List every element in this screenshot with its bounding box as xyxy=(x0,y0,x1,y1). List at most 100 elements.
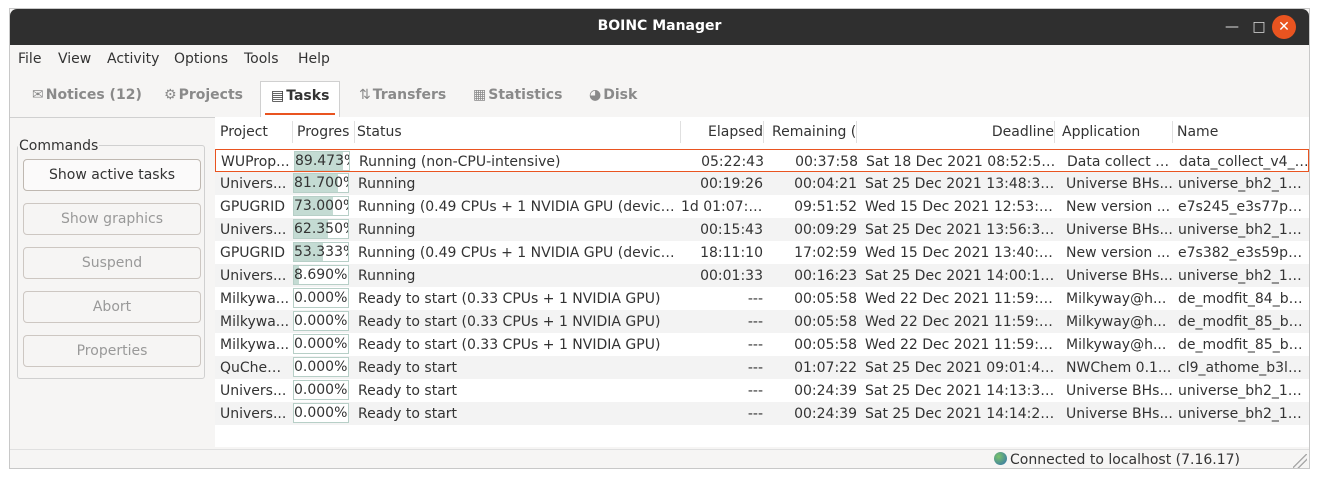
cell-elapsed: 00:19:26 xyxy=(700,176,763,192)
progress-text: 0.000% xyxy=(294,290,348,306)
column-header-status[interactable]: Status xyxy=(355,121,681,143)
cell-remaining: 17:02:59 xyxy=(794,245,857,261)
cell-deadline: Sat 25 Dec 2021 14:13:37 W... xyxy=(865,383,1057,399)
column-header-progress[interactable]: Progres xyxy=(293,121,355,143)
tab-disk[interactable]: ◕ Disk xyxy=(589,87,637,103)
column-header-deadline[interactable]: Deadline xyxy=(858,121,1055,143)
abort-button[interactable]: Abort xyxy=(23,291,201,323)
cell-remaining: 00:05:58 xyxy=(794,291,857,307)
cell-deadline: Wed 22 Dec 2021 11:59:24 ... xyxy=(865,291,1057,307)
progress-text: 89.473% xyxy=(295,153,349,169)
tab-transfers[interactable]: ⇅ Transfers xyxy=(359,87,446,103)
envelope-icon: ✉ xyxy=(32,87,44,103)
status-bar: Connected to localhost (7.16.17) xyxy=(10,449,1309,470)
cell-status: Running (0.49 CPUs + 1 NVIDIA GPU (devic… xyxy=(358,245,680,261)
progress-text: 53.333% xyxy=(294,244,348,260)
menu-activity[interactable]: Activity xyxy=(107,51,159,67)
cell-remaining: 00:09:29 xyxy=(794,222,857,238)
show-graphics-button[interactable]: Show graphics xyxy=(23,203,201,235)
cell-deadline: Wed 15 Dec 2021 12:53:26 ... xyxy=(865,199,1057,215)
title-bar[interactable]: BOINC Manager — □ ✕ xyxy=(10,9,1309,45)
table-row[interactable]: Milkywa... Ready to start (0.33 CPUs + 1 … xyxy=(215,333,1309,356)
cell-name: de_modfit_85_bundl xyxy=(1178,314,1309,330)
connection-status: Connected to localhost (7.16.17) xyxy=(994,452,1240,468)
boinc-manager-window: BOINC Manager — □ ✕ File View Activity O… xyxy=(9,8,1310,469)
column-header-project[interactable]: Project xyxy=(215,121,293,143)
cell-name: universe_bh2_190722 xyxy=(1178,406,1309,422)
suspend-button[interactable]: Suspend xyxy=(23,247,201,279)
menu-tools[interactable]: Tools xyxy=(244,51,279,67)
table-row[interactable]: GPUGRID Running (0.49 CPUs + 1 NVIDIA GPU… xyxy=(215,241,1309,264)
cell-status: Ready to start (0.33 CPUs + 1 NVIDIA GPU… xyxy=(358,314,661,330)
show-active-tasks-button[interactable]: Show active tasks xyxy=(23,159,201,191)
menu-help[interactable]: Help xyxy=(298,51,330,67)
cell-project: GPUGRID xyxy=(220,199,286,215)
globe-icon xyxy=(994,452,1007,465)
tab-tasks[interactable]: ▤ Tasks xyxy=(260,81,341,117)
minimize-icon[interactable]: — xyxy=(1220,15,1244,39)
table-row[interactable]: Univers... Running 00:19:26 00:04:21 Sat 25 … xyxy=(215,172,1309,195)
cell-name: de_modfit_85_bundl xyxy=(1178,337,1309,353)
menu-options[interactable]: Options xyxy=(174,51,228,67)
window-title: BOINC Manager xyxy=(597,18,722,34)
table-row[interactable]: Univers... Running 00:15:43 00:09:29 Sat 25 … xyxy=(215,218,1309,241)
cell-elapsed: 05:22:43 xyxy=(701,154,764,170)
cell-project: Milkywa... xyxy=(220,337,290,353)
cell-elapsed: --- xyxy=(747,360,763,376)
cell-application: Universe BHs... xyxy=(1066,383,1173,399)
cell-remaining: 00:04:21 xyxy=(794,176,857,192)
table-row[interactable]: Milkywa... Ready to start (0.33 CPUs + 1 … xyxy=(215,287,1309,310)
progress-bar: 0.000% xyxy=(293,357,349,377)
table-row[interactable]: Univers... Ready to start --- 00:24:39 Sat 2… xyxy=(215,379,1309,402)
table-row[interactable]: WUProp... Running (non-CPU-intensive) 05:2… xyxy=(215,149,1309,172)
tab-statistics[interactable]: ▦ Statistics xyxy=(473,87,562,103)
cell-remaining: 00:05:58 xyxy=(794,314,857,330)
table-row[interactable]: Univers... Ready to start --- 00:24:39 Sat 2… xyxy=(215,402,1309,425)
progress-text: 0.000% xyxy=(294,359,348,375)
tab-notices[interactable]: ✉ Notices (12) xyxy=(32,87,142,103)
progress-bar: 0.000% xyxy=(293,380,349,400)
cell-application: New version ... xyxy=(1066,245,1171,261)
cell-name: e7s245_e3s77p0f86- xyxy=(1178,199,1309,215)
cell-application: Universe BHs... xyxy=(1066,268,1173,284)
cell-name: data_collect_v4_163 xyxy=(1179,154,1309,170)
transfer-icon: ⇅ xyxy=(359,87,371,103)
cell-remaining: 09:51:52 xyxy=(794,199,857,215)
table-row[interactable]: Milkywa... Ready to start (0.33 CPUs + 1 … xyxy=(215,310,1309,333)
progress-text: 8.690% xyxy=(294,267,348,283)
gear-icon: ⚙ xyxy=(164,87,177,103)
progress-bar: 0.000% xyxy=(293,403,349,423)
connection-status-text: Connected to localhost (7.16.17) xyxy=(1010,452,1240,468)
tab-projects[interactable]: ⚙ Projects xyxy=(164,87,243,103)
column-header-elapsed[interactable]: Elapsed xyxy=(681,121,764,143)
cell-elapsed: 18:11:10 xyxy=(700,245,763,261)
cell-status: Running (0.49 CPUs + 1 NVIDIA GPU (devic… xyxy=(358,199,680,215)
close-icon[interactable]: ✕ xyxy=(1272,15,1296,39)
column-header-application[interactable]: Application xyxy=(1058,121,1173,143)
progress-bar: 73.000% xyxy=(293,196,349,216)
table-row[interactable]: Univers... Running 00:01:33 00:16:23 Sat 25 … xyxy=(215,264,1309,287)
column-header-name[interactable]: Name xyxy=(1173,121,1307,143)
cell-status: Ready to start xyxy=(358,360,458,376)
cell-deadline: Sat 18 Dec 2021 08:52:58 W... xyxy=(866,154,1058,170)
table-row[interactable]: QuChem... Ready to start --- 01:07:22 Sat 25… xyxy=(215,356,1309,379)
maximize-icon[interactable]: □ xyxy=(1247,15,1271,39)
properties-button[interactable]: Properties xyxy=(23,335,201,367)
table-row[interactable]: GPUGRID Running (0.49 CPUs + 1 NVIDIA GPU… xyxy=(215,195,1309,218)
resize-grip-icon[interactable] xyxy=(1293,454,1307,468)
cell-name: de_modfit_84_bundl xyxy=(1178,291,1309,307)
progress-text: 0.000% xyxy=(294,382,348,398)
progress-text: 73.000% xyxy=(294,198,348,214)
progress-text: 62.350% xyxy=(294,221,348,237)
progress-text: 0.000% xyxy=(294,405,348,421)
cell-name: universe_bh2_190722 xyxy=(1178,176,1309,192)
tasks-table[interactable]: Project Progres Status Elapsed Remaining… xyxy=(215,117,1309,447)
tab-statistics-label: Statistics xyxy=(488,87,563,103)
menu-view[interactable]: View xyxy=(58,51,91,67)
cell-application: Data collect v... xyxy=(1067,154,1174,170)
menu-file[interactable]: File xyxy=(18,51,41,67)
column-header-remaining[interactable]: Remaining ( xyxy=(767,121,857,143)
cell-status: Running xyxy=(358,176,416,192)
cell-name: cl9_athome_b3lyp-3 xyxy=(1178,360,1309,376)
tab-disk-label: Disk xyxy=(603,87,638,103)
